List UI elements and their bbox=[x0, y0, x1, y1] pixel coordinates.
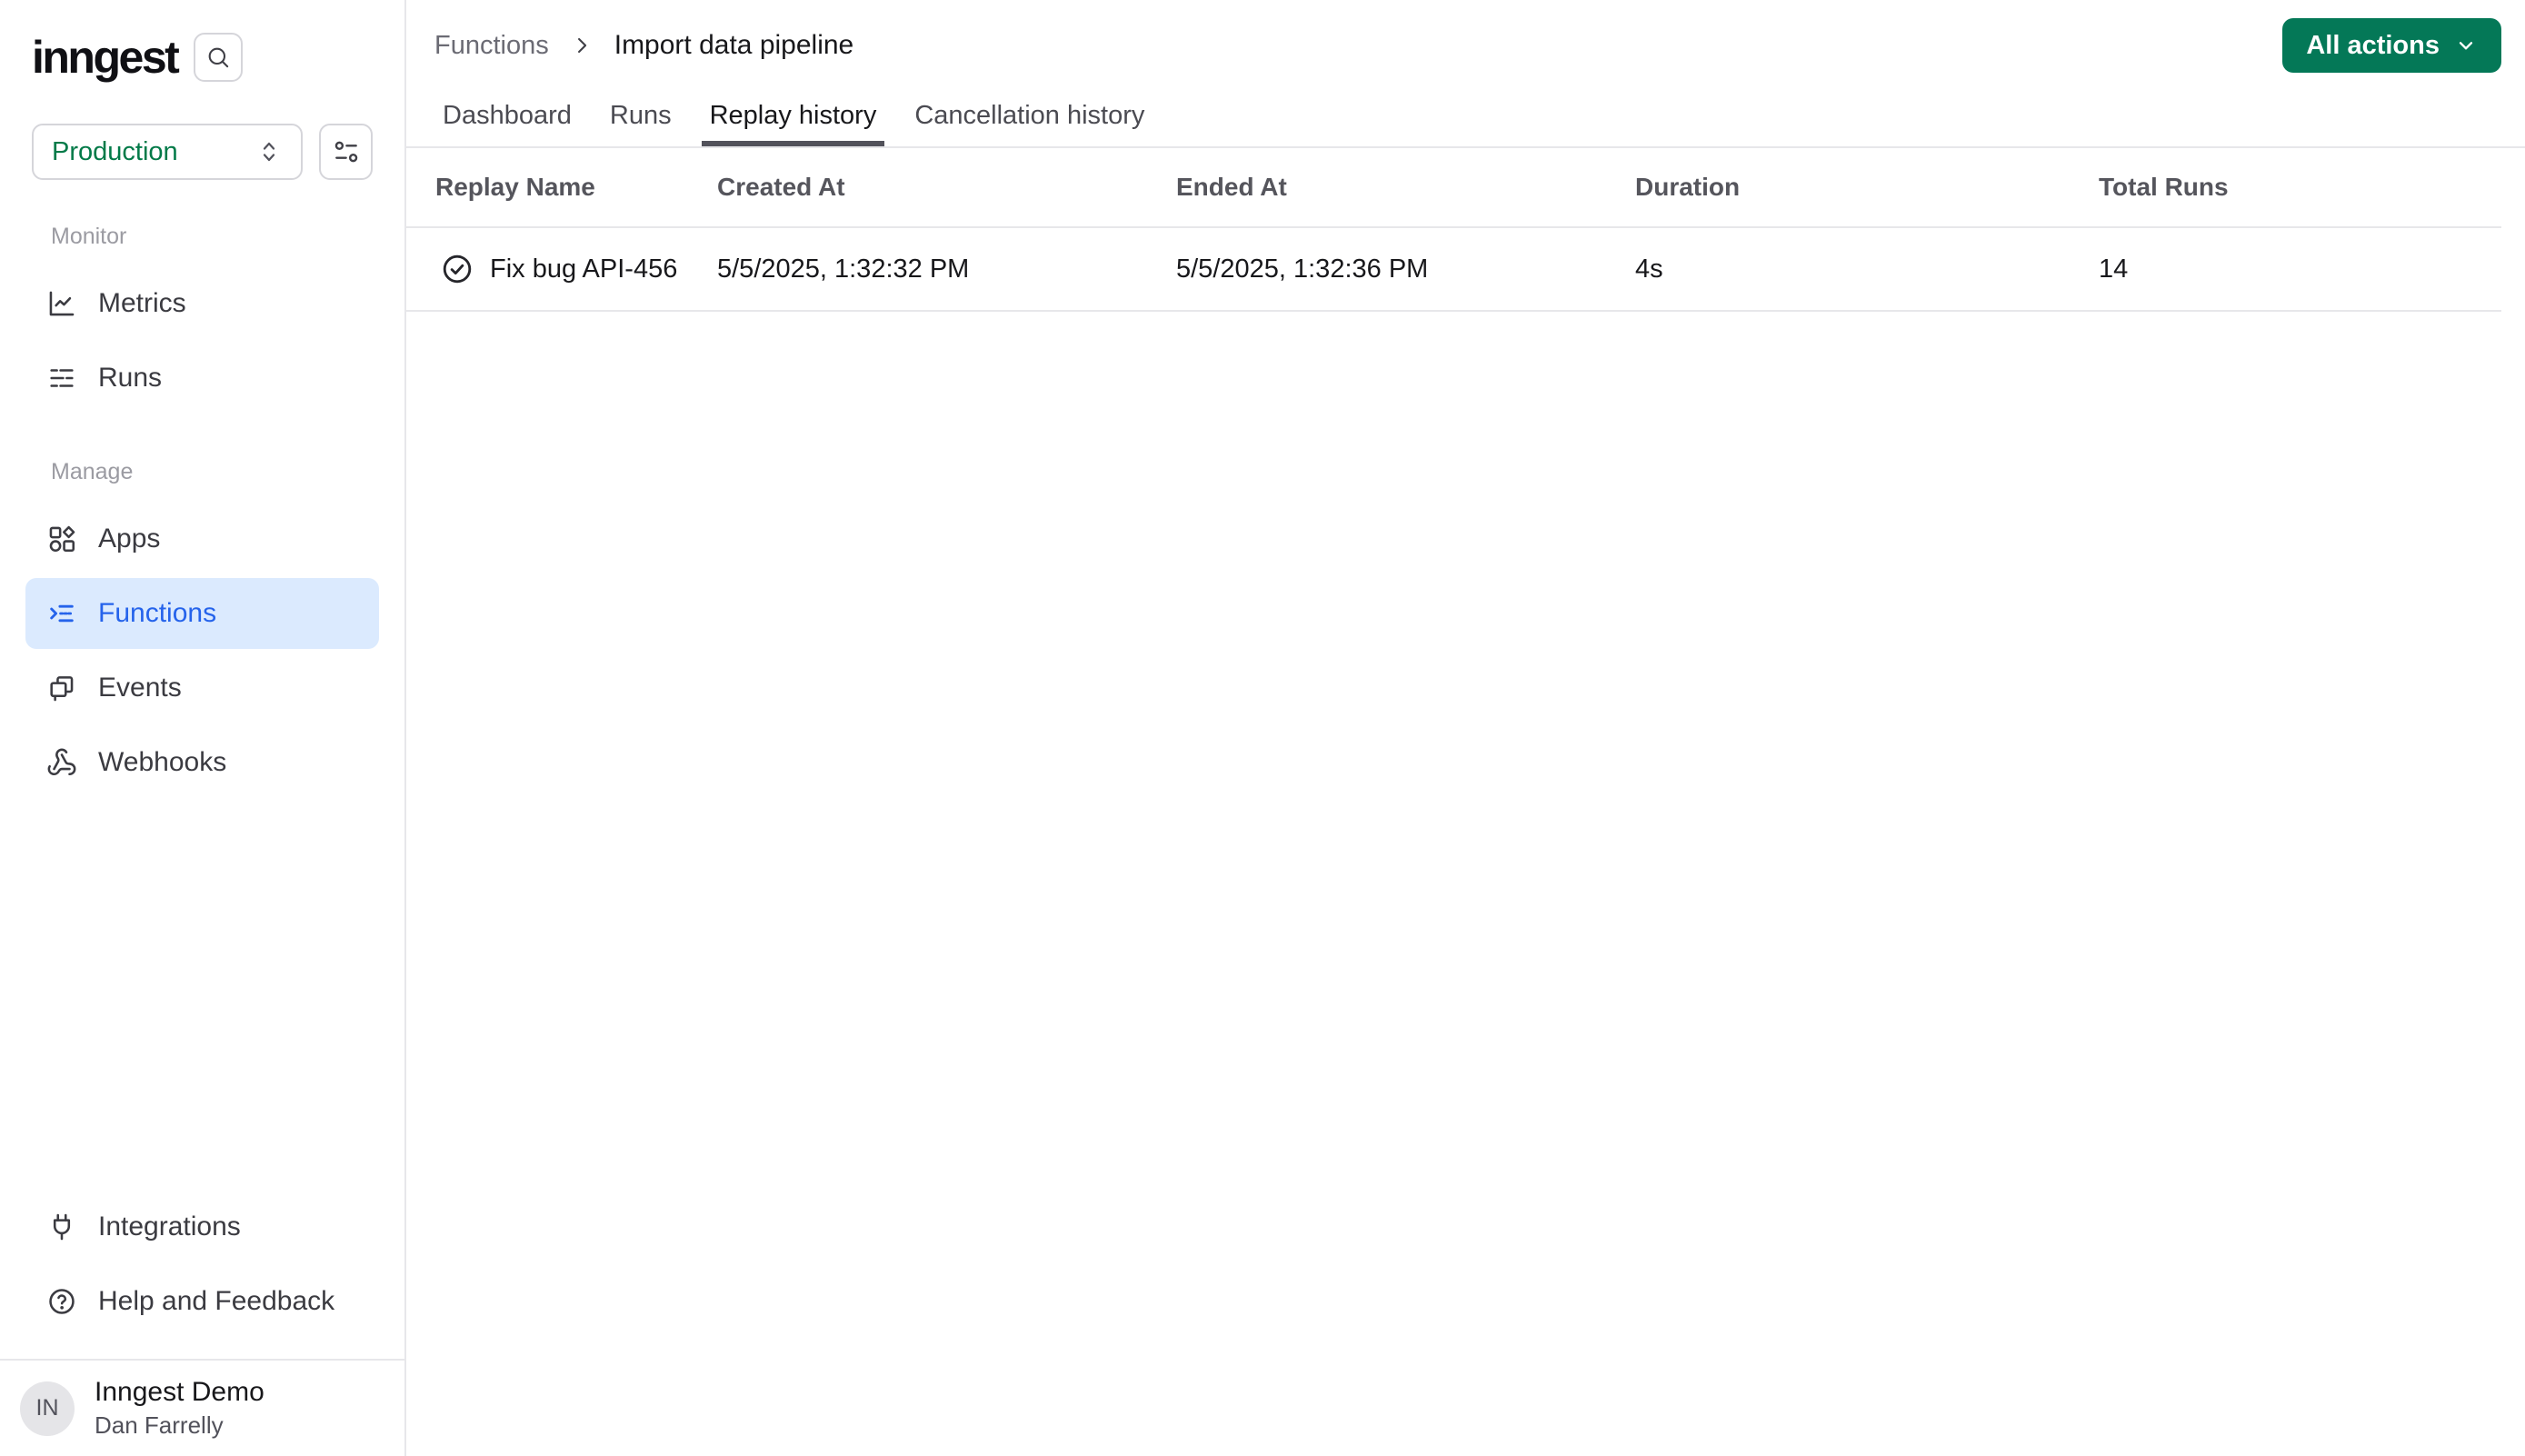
chevron-right-icon bbox=[569, 33, 594, 58]
sidebar-item-apps[interactable]: Apps bbox=[25, 504, 379, 574]
sidebar-section-monitor: Monitor bbox=[51, 224, 127, 249]
search-icon bbox=[205, 45, 231, 70]
sidebar-item-label: Events bbox=[98, 673, 182, 703]
sliders-icon bbox=[332, 137, 361, 166]
user-org-name: Inngest Demo bbox=[95, 1377, 264, 1407]
plug-icon bbox=[45, 1211, 78, 1243]
user-texts: Inngest Demo Dan Farrelly bbox=[95, 1377, 264, 1440]
runs-list-icon bbox=[45, 362, 78, 394]
environment-select[interactable]: Production bbox=[32, 124, 304, 180]
sidebar-item-help-and-feedback[interactable]: Help and Feedback bbox=[25, 1266, 379, 1337]
sidebar-item-integrations[interactable]: Integrations bbox=[25, 1192, 379, 1262]
created-at-cell: 5/5/2025, 1:32:32 PM bbox=[717, 254, 970, 284]
sidebar-item-label: Webhooks bbox=[98, 747, 227, 777]
all-actions-label: All actions bbox=[2306, 30, 2440, 60]
sidebar-item-label: Runs bbox=[98, 363, 163, 393]
unfold-chevrons-icon bbox=[255, 138, 283, 165]
replay-name: Fix bug API-456 bbox=[490, 254, 678, 284]
tab-cancellation-history[interactable]: Cancellation history bbox=[906, 91, 1153, 146]
check-circle-icon bbox=[441, 253, 474, 285]
all-actions-button[interactable]: All actions bbox=[2282, 18, 2501, 73]
sidebar-item-label: Functions bbox=[98, 598, 217, 628]
tab-runs[interactable]: Runs bbox=[602, 91, 680, 146]
page-header: Functions Import data pipeline All actio… bbox=[406, 0, 2525, 91]
duration-cell: 4s bbox=[1635, 254, 1663, 284]
column-header-created-at: Created At bbox=[717, 173, 845, 201]
sidebar-item-metrics[interactable]: Metrics bbox=[25, 268, 379, 339]
chevron-down-icon bbox=[2454, 34, 2478, 57]
breadcrumb: Functions Import data pipeline bbox=[434, 30, 853, 61]
sidebar-item-label: Help and Feedback bbox=[98, 1286, 335, 1316]
column-header-total-runs: Total Runs bbox=[2099, 173, 2229, 201]
functions-icon bbox=[45, 597, 78, 630]
environment-selected-value: Production bbox=[52, 136, 178, 166]
inngest-logo: inngest bbox=[32, 32, 180, 83]
apps-icon bbox=[45, 523, 78, 555]
ended-at-cell: 5/5/2025, 1:32:36 PM bbox=[1176, 254, 1429, 284]
table-header-row: Replay Name Created At Ended At Duration… bbox=[406, 148, 2501, 228]
app-window: inngest Production Monitor Metrics Runs … bbox=[0, 0, 2525, 1456]
logo-row: inngest bbox=[0, 27, 404, 87]
line-chart-icon bbox=[45, 287, 78, 320]
user-full-name: Dan Farrelly bbox=[95, 1411, 224, 1439]
sidebar-item-label: Metrics bbox=[98, 288, 186, 318]
sidebar-item-webhooks[interactable]: Webhooks bbox=[25, 727, 379, 798]
tab-dashboard[interactable]: Dashboard bbox=[434, 91, 580, 146]
function-tabs: Dashboard Runs Replay history Cancellati… bbox=[406, 91, 2525, 148]
breadcrumb-functions-link[interactable]: Functions bbox=[434, 31, 549, 61]
help-circle-icon bbox=[45, 1285, 78, 1318]
sidebar-section-manage: Manage bbox=[51, 459, 134, 484]
sidebar-item-runs[interactable]: Runs bbox=[25, 343, 379, 414]
events-icon bbox=[45, 672, 78, 704]
sidebar-item-functions[interactable]: Functions bbox=[25, 578, 379, 649]
workspace-row: Production bbox=[0, 124, 404, 180]
search-button[interactable] bbox=[194, 33, 244, 82]
avatar: IN bbox=[20, 1381, 75, 1436]
sidebar-item-events[interactable]: Events bbox=[25, 653, 379, 723]
column-header-ended-at: Ended At bbox=[1176, 173, 1287, 201]
replay-history-table: Replay Name Created At Ended At Duration… bbox=[406, 148, 2501, 312]
total-runs-cell: 14 bbox=[2099, 254, 2129, 284]
table-row[interactable]: Fix bug API-456 5/5/2025, 1:32:32 PM 5/5… bbox=[406, 228, 2501, 312]
column-header-replay-name: Replay Name bbox=[435, 173, 595, 201]
webhook-icon bbox=[45, 746, 78, 779]
column-header-duration: Duration bbox=[1635, 173, 1741, 201]
user-menu[interactable]: IN Inngest Demo Dan Farrelly bbox=[0, 1359, 404, 1456]
sidebar: inngest Production Monitor Metrics Runs … bbox=[0, 0, 406, 1456]
sidebar-item-label: Integrations bbox=[98, 1212, 241, 1242]
sidebar-item-label: Apps bbox=[98, 524, 161, 553]
main-content: Functions Import data pipeline All actio… bbox=[406, 0, 2525, 1456]
replay-name-cell: Fix bug API-456 bbox=[435, 253, 717, 285]
tab-replay-history[interactable]: Replay history bbox=[701, 91, 885, 146]
environment-settings-button[interactable] bbox=[319, 124, 373, 180]
page-title: Import data pipeline bbox=[614, 30, 854, 60]
